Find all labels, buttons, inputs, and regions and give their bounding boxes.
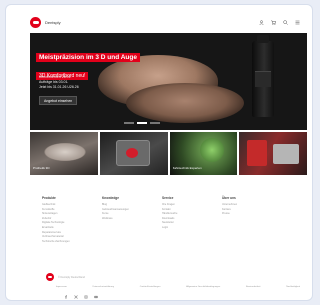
feature-tile-label: Zahntechnik Experten xyxy=(172,166,202,170)
menu-icon[interactable] xyxy=(295,20,300,25)
hero-details: Kennenlernen 28.01. Aufträge bis 03.01. … xyxy=(39,75,79,90)
footer-logo[interactable] xyxy=(46,273,54,281)
footer-link[interactable]: Webinare xyxy=(102,217,162,222)
header-actions xyxy=(259,19,300,25)
brand-name[interactable]: Dentsply xyxy=(45,20,61,25)
twitter-icon[interactable] xyxy=(74,295,78,299)
facebook-icon[interactable] xyxy=(64,295,68,299)
footer-column-title: Über uns xyxy=(222,196,236,200)
feature-tiles: Prothetik 3D Zahntechnik Experten xyxy=(30,132,307,175)
footer-link[interactable]: Presse xyxy=(222,212,282,217)
legal-link[interactable]: Nachhaltigkeit xyxy=(286,286,300,288)
hero-dental-model-lower-image xyxy=(126,83,244,123)
brand-logo[interactable] xyxy=(30,16,41,28)
carousel-dot-active[interactable] xyxy=(137,122,147,124)
hero-product-bottle-image xyxy=(252,35,274,117)
footer-column-about: Über uns Unternehmen Karriere Presse xyxy=(222,196,282,244)
footer-social-links xyxy=(64,295,98,299)
carousel-dot[interactable] xyxy=(124,122,134,124)
search-icon[interactable] xyxy=(283,19,288,25)
footer-columns: Produkte Gießtechnik Kunststoffe Sintera… xyxy=(42,196,282,244)
footer-link[interactable]: Technische Zeichnungen xyxy=(42,240,102,245)
instagram-icon[interactable] xyxy=(84,295,88,299)
feature-tile-label: Prothetik 3D xyxy=(33,166,50,170)
user-icon[interactable] xyxy=(259,19,264,25)
browser-page: Dentsply Meistpräzision im 3 D und Auge … xyxy=(5,4,313,301)
hero-carousel-pager xyxy=(124,122,160,124)
hero-title: Meistpräzision im 3 D und Auge xyxy=(36,53,140,62)
youtube-icon[interactable] xyxy=(94,295,98,299)
footer-legal-links: Impressum Datenschutzerklärung Cookie-Ei… xyxy=(56,286,300,288)
footer-column-products: Produkte Gießtechnik Kunststoffe Sintera… xyxy=(42,196,102,244)
carousel-dot[interactable] xyxy=(150,122,160,124)
feature-tile[interactable] xyxy=(239,132,307,175)
feature-tile[interactable]: Prothetik 3D xyxy=(30,132,98,175)
footer-column-knowledge: Knowledge Blog Gebrauchsanweisungen Kurs… xyxy=(102,196,162,244)
site-header: Dentsply xyxy=(30,12,300,32)
footer-brand: © Dentsply Deutschland xyxy=(46,273,85,281)
footer-column-title: Knowledge xyxy=(102,196,120,200)
footer-link[interactable]: Login xyxy=(162,226,222,231)
hero-cta-button[interactable]: Angebot einsehen xyxy=(39,96,78,105)
legal-link[interactable]: Allgemeine Geschäftsbedingungen xyxy=(186,286,220,288)
hero-banner[interactable]: Meistpräzision im 3 D und Auge 3D Komfor… xyxy=(30,33,307,130)
footer-column-title: Service xyxy=(162,196,174,200)
hero-detail-line: Jetzt bis 31.01.26 U26.26 xyxy=(39,85,79,89)
footer-column-service: Service Ihre Fragen Kontakt Händlersuche… xyxy=(162,196,222,244)
legal-link[interactable]: Impressum xyxy=(56,286,67,288)
footer-copyright: © Dentsply Deutschland xyxy=(58,275,85,279)
feature-tile[interactable]: Zahntechnik Experten xyxy=(169,132,238,175)
cart-icon[interactable] xyxy=(271,20,276,25)
feature-tile[interactable] xyxy=(99,132,168,175)
legal-link[interactable]: Barrierefreiheit xyxy=(246,286,260,288)
footer-column-title: Produkte xyxy=(42,196,56,200)
legal-link[interactable]: Datenschutzerklärung xyxy=(93,286,114,288)
legal-link[interactable]: Cookie-Einstellungen xyxy=(140,286,161,288)
